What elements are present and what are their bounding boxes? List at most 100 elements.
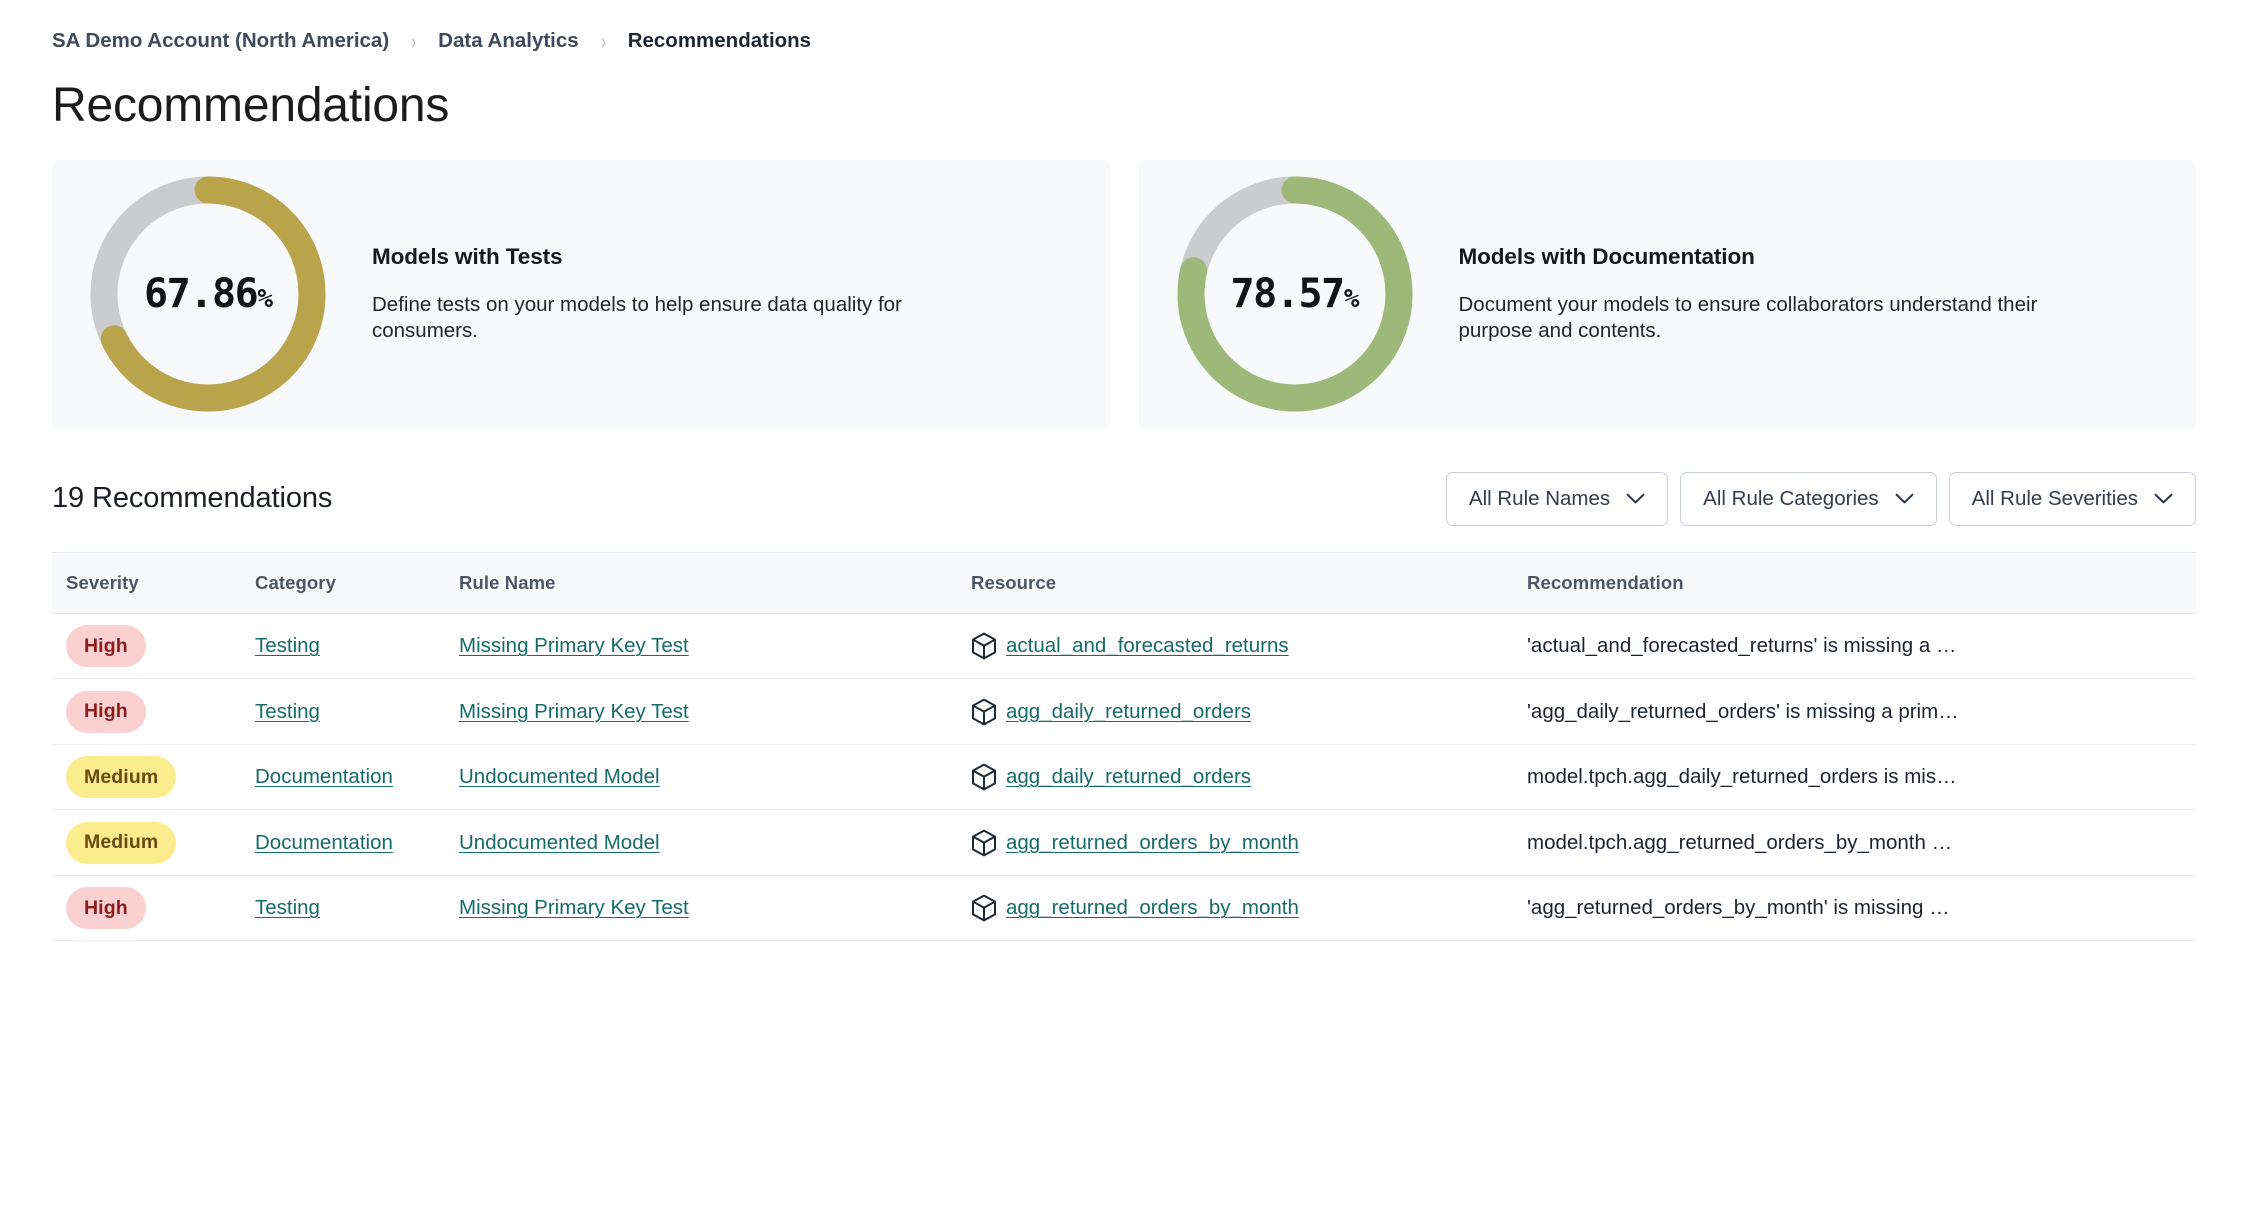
column-header-recommendation: Recommendation — [1527, 571, 1684, 593]
donut-value-number: 78.57 — [1230, 270, 1345, 317]
cube-icon — [971, 698, 997, 726]
chevron-down-icon — [1626, 493, 1645, 505]
cell-rule-name: Missing Primary Key Test — [459, 634, 971, 658]
page-title: Recommendations — [52, 79, 450, 132]
cell-category: Testing — [255, 896, 459, 920]
severity-badge: Medium — [66, 756, 177, 799]
summary-cards: 67.86% Models with Tests Define tests on y… — [52, 159, 2197, 428]
severity-badge: High — [66, 625, 146, 668]
cell-rule-name: Undocumented Model — [459, 765, 971, 789]
rule-name-link[interactable]: Undocumented Model — [459, 831, 660, 854]
cell-resource: agg_daily_returned_orders — [971, 698, 1527, 726]
column-header-category: Category — [255, 571, 336, 593]
resource-link[interactable]: agg_daily_returned_orders — [1006, 765, 1251, 789]
cell-category: Testing — [255, 700, 459, 724]
category-link[interactable]: Testing — [255, 896, 320, 919]
donut-chart-1: 67.86% — [72, 160, 344, 428]
category-link[interactable]: Documentation — [255, 831, 393, 854]
cell-recommendation: model.tpch.agg_daily_returned_orders is … — [1527, 765, 2196, 789]
cube-icon — [971, 763, 997, 791]
rule-name-link[interactable]: Missing Primary Key Test — [459, 634, 689, 657]
recommendation-text: 'agg_daily_returned_orders' is missing a… — [1527, 699, 1959, 723]
table-body: High Testing Missing Primary Key Test actua… — [52, 614, 2196, 942]
resource-link[interactable]: agg_daily_returned_orders — [1006, 700, 1251, 724]
category-link[interactable]: Testing — [255, 700, 320, 723]
table-row[interactable]: High Testing Missing Primary Key Test actua… — [52, 614, 2196, 680]
table-row[interactable]: Medium Documentation Undocumented Model agg… — [52, 745, 2196, 811]
severity-badge: High — [66, 887, 146, 930]
cell-category: Documentation — [255, 765, 459, 789]
breadcrumb-item-2[interactable]: Data Analytics — [438, 29, 579, 53]
table-row[interactable]: High Testing Missing Primary Key Test agg_d… — [52, 679, 2196, 745]
cell-recommendation: 'agg_daily_returned_orders' is missing a… — [1527, 700, 2196, 724]
filter-dropdown-1[interactable]: All Rule Names — [1445, 471, 1669, 526]
recommendations-count: 19 Recommendations — [52, 482, 333, 515]
cell-category: Testing — [255, 634, 459, 658]
table-row[interactable]: High Testing Missing Primary Key Test agg_r… — [52, 876, 2196, 942]
cell-resource: actual_and_forecasted_returns — [971, 632, 1527, 660]
summary-card-2: 78.57% Models with Documentation Document … — [1138, 159, 2197, 428]
cell-rule-name: Missing Primary Key Test — [459, 700, 971, 724]
cell-resource: agg_daily_returned_orders — [971, 763, 1527, 791]
resource-link[interactable]: actual_and_forecasted_returns — [1006, 634, 1289, 658]
cell-severity: Medium — [52, 756, 255, 799]
donut-value-percent-sign: % — [257, 283, 273, 314]
summary-card-description: Document your models to ensure collabora… — [1458, 292, 2038, 342]
donut-value: 78.57% — [1230, 270, 1360, 317]
filter-dropdown-3[interactable]: All Rule Severities — [1948, 471, 2196, 526]
category-link[interactable]: Testing — [255, 634, 320, 657]
cell-severity: High — [52, 887, 255, 930]
cell-severity: High — [52, 625, 255, 668]
summary-card-title: Models with Documentation — [1458, 243, 1755, 269]
recommendations-page: SA Demo Account (North America) › Data Ana… — [0, 0, 2248, 1220]
chevron-down-icon — [2154, 493, 2173, 505]
summary-card-text: Models with Tests Define tests on your mo… — [344, 244, 1110, 344]
cube-icon — [971, 632, 997, 660]
cell-rule-name: Undocumented Model — [459, 831, 971, 855]
cell-severity: Medium — [52, 821, 255, 864]
filter-dropdown-label: All Rule Categories — [1703, 486, 1879, 510]
resource-link[interactable]: agg_returned_orders_by_month — [1006, 896, 1299, 920]
cell-rule-name: Missing Primary Key Test — [459, 896, 971, 920]
cube-icon — [971, 894, 997, 922]
summary-card-title: Models with Tests — [372, 243, 563, 269]
donut-value: 67.86% — [143, 270, 273, 317]
breadcrumb: SA Demo Account (North America) › Data Ana… — [52, 0, 2196, 60]
rule-name-link[interactable]: Undocumented Model — [459, 765, 660, 788]
severity-badge: Medium — [66, 821, 177, 864]
breadcrumb-item-3: Recommendations — [627, 29, 812, 52]
column-header-severity: Severity — [66, 571, 139, 593]
breadcrumb-separator: › — [600, 28, 606, 54]
cube-icon — [971, 829, 997, 857]
donut-ring: 78.57% — [1177, 176, 1413, 412]
chevron-down-icon — [1895, 493, 1914, 505]
cell-recommendation: model.tpch.agg_returned_orders_by_month … — [1527, 831, 2196, 855]
cell-resource: agg_returned_orders_by_month — [971, 829, 1527, 857]
filter-dropdown-label: All Rule Names — [1468, 486, 1611, 510]
table-row[interactable]: Medium Documentation Undocumented Model agg… — [52, 810, 2196, 876]
donut-value-number: 67.86 — [143, 270, 259, 317]
filter-group: All Rule Names All Rule Categories All Rul… — [1445, 471, 2196, 526]
filter-dropdown-label: All Rule Severities — [1971, 486, 2138, 510]
table-header-row: Severity Category Rule Name Resource Recomme… — [52, 551, 2196, 614]
cell-resource: agg_returned_orders_by_month — [971, 894, 1527, 922]
rule-name-link[interactable]: Missing Primary Key Test — [459, 700, 689, 723]
category-link[interactable]: Documentation — [255, 765, 393, 788]
filter-dropdown-2[interactable]: All Rule Categories — [1680, 471, 1937, 526]
summary-card-text: Models with Documentation Document your m… — [1431, 244, 2197, 344]
resource-link[interactable]: agg_returned_orders_by_month — [1006, 831, 1299, 855]
recommendation-text: model.tpch.agg_returned_orders_by_month … — [1527, 830, 1953, 854]
summary-card-1: 67.86% Models with Tests Define tests on y… — [52, 159, 1110, 428]
column-header-rule-name: Rule Name — [459, 571, 556, 593]
table-toolbar: 19 Recommendations All Rule Names All Rul… — [52, 468, 2196, 530]
recommendation-text: 'agg_returned_orders_by_month' is missin… — [1527, 896, 1950, 920]
cell-recommendation: 'agg_returned_orders_by_month' is missin… — [1527, 896, 2196, 920]
breadcrumb-item-1[interactable]: SA Demo Account (North America) — [52, 29, 389, 53]
summary-card-description: Define tests on your models to help ensu… — [372, 292, 902, 342]
recommendation-text: 'actual_and_forecasted_returns' is missi… — [1527, 634, 1957, 658]
rule-name-link[interactable]: Missing Primary Key Test — [459, 896, 689, 919]
donut-chart-2: 78.57% — [1159, 160, 1431, 428]
donut-value-percent-sign: % — [1343, 283, 1360, 314]
breadcrumb-separator: › — [411, 28, 417, 54]
column-header-resource: Resource — [971, 571, 1057, 593]
